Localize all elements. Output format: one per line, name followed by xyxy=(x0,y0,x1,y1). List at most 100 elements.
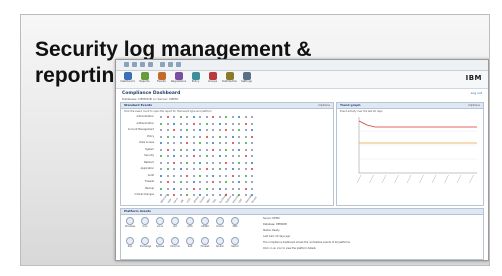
event-count-cell[interactable] xyxy=(166,168,169,170)
event-count-cell[interactable] xyxy=(173,181,175,183)
event-count-cell[interactable] xyxy=(244,168,247,170)
event-count-cell[interactable] xyxy=(199,194,201,196)
event-count-cell[interactable] xyxy=(218,161,221,164)
event-count-cell[interactable] xyxy=(160,174,162,177)
event-count-cell[interactable] xyxy=(212,194,214,196)
event-count-cell[interactable] xyxy=(212,168,214,170)
event-count-cell[interactable] xyxy=(186,187,188,190)
event-count-cell[interactable] xyxy=(166,155,169,157)
event-count-cell[interactable] xyxy=(192,142,195,144)
event-count-cell[interactable] xyxy=(238,148,240,151)
platform-asset[interactable]: Informix xyxy=(170,237,180,248)
event-count-cell[interactable] xyxy=(166,148,169,151)
event-count-cell[interactable] xyxy=(160,194,162,196)
event-count-cell[interactable] xyxy=(238,155,240,157)
toolbar-policy[interactable]: Policy xyxy=(188,72,203,83)
search-icon[interactable] xyxy=(160,62,165,67)
event-count-cell[interactable] xyxy=(199,174,201,177)
event-count-cell[interactable] xyxy=(186,161,188,164)
event-count-cell[interactable] xyxy=(244,148,247,151)
event-count-cell[interactable] xyxy=(244,129,247,131)
event-count-cell[interactable] xyxy=(166,174,169,177)
toolbar-regulations[interactable]: Regulations xyxy=(171,72,186,83)
platform-asset[interactable]: DB2 xyxy=(230,217,240,228)
event-count-cell[interactable] xyxy=(244,142,247,144)
event-count-cell[interactable] xyxy=(179,187,182,190)
event-count-cell[interactable] xyxy=(179,129,182,131)
event-count-cell[interactable] xyxy=(166,135,169,138)
event-count-cell[interactable] xyxy=(231,148,234,151)
event-count-cell[interactable] xyxy=(173,174,175,177)
platform-asset[interactable]: Windows xyxy=(125,217,135,228)
event-count-cell[interactable] xyxy=(218,181,221,183)
platform-asset[interactable]: Router xyxy=(215,237,225,248)
event-count-cell[interactable] xyxy=(225,161,227,164)
event-count-cell[interactable] xyxy=(244,116,247,118)
event-count-cell[interactable] xyxy=(251,129,253,131)
event-count-cell[interactable] xyxy=(205,135,208,138)
event-count-cell[interactable] xyxy=(225,174,227,177)
event-count-cell[interactable] xyxy=(212,122,214,125)
event-count-cell[interactable] xyxy=(179,168,182,170)
event-count-cell[interactable] xyxy=(238,129,240,131)
platform-asset[interactable]: SAP xyxy=(185,237,195,248)
event-count-cell[interactable] xyxy=(160,142,162,144)
event-count-cell[interactable] xyxy=(205,181,208,183)
event-count-cell[interactable] xyxy=(186,148,188,151)
event-count-cell[interactable] xyxy=(173,135,175,138)
event-count-cell[interactable] xyxy=(231,187,234,190)
event-count-cell[interactable] xyxy=(205,168,208,170)
event-count-cell[interactable] xyxy=(179,116,182,118)
event-count-cell[interactable] xyxy=(225,181,227,183)
event-count-cell[interactable] xyxy=(192,116,195,118)
toolbar-distribution[interactable]: Distribution xyxy=(222,72,237,83)
event-count-cell[interactable] xyxy=(212,155,214,157)
platform-asset[interactable]: Firewall xyxy=(200,237,210,248)
event-count-cell[interactable] xyxy=(212,135,214,138)
event-count-cell[interactable] xyxy=(205,174,208,177)
event-count-cell[interactable] xyxy=(179,194,182,196)
event-count-cell[interactable] xyxy=(225,116,227,118)
event-count-cell[interactable] xyxy=(225,129,227,131)
event-count-cell[interactable] xyxy=(212,174,214,177)
event-count-cell[interactable] xyxy=(244,155,247,157)
event-count-cell[interactable] xyxy=(205,142,208,144)
event-count-cell[interactable] xyxy=(205,161,208,164)
event-count-cell[interactable] xyxy=(199,142,201,144)
event-count-cell[interactable] xyxy=(192,181,195,183)
event-count-cell[interactable] xyxy=(238,168,240,170)
event-count-cell[interactable] xyxy=(251,161,253,164)
event-count-cell[interactable] xyxy=(225,187,227,190)
event-count-cell[interactable] xyxy=(238,142,240,144)
event-count-cell[interactable] xyxy=(205,116,208,118)
event-count-cell[interactable] xyxy=(186,135,188,138)
event-count-cell[interactable] xyxy=(218,129,221,131)
event-count-cell[interactable] xyxy=(173,194,175,196)
event-count-cell[interactable] xyxy=(218,168,221,170)
event-count-cell[interactable] xyxy=(166,142,169,144)
platform-asset[interactable]: AIX xyxy=(170,217,180,228)
platform-asset[interactable]: Linux xyxy=(155,217,165,228)
print-icon[interactable] xyxy=(176,62,181,67)
event-count-cell[interactable] xyxy=(166,181,169,183)
event-count-cell[interactable] xyxy=(244,194,247,196)
logout-link[interactable]: Log out xyxy=(471,91,482,95)
platform-asset[interactable]: AS400 xyxy=(200,217,210,228)
home-icon[interactable] xyxy=(148,62,153,67)
event-count-cell[interactable] xyxy=(212,129,214,131)
event-count-cell[interactable] xyxy=(238,116,240,118)
back-icon[interactable] xyxy=(124,62,129,67)
event-count-cell[interactable] xyxy=(160,116,162,118)
event-count-cell[interactable] xyxy=(212,116,214,118)
event-count-cell[interactable] xyxy=(186,181,188,183)
platform-asset[interactable]: SQL xyxy=(125,237,135,248)
event-count-cell[interactable] xyxy=(205,155,208,157)
event-count-cell[interactable] xyxy=(179,181,182,183)
event-count-cell[interactable] xyxy=(199,135,201,138)
event-count-cell[interactable] xyxy=(212,187,214,190)
toolbar-groups[interactable]: Groups xyxy=(205,72,220,83)
event-count-cell[interactable] xyxy=(251,181,253,183)
event-count-cell[interactable] xyxy=(251,142,253,144)
event-count-cell[interactable] xyxy=(225,168,227,170)
event-count-cell[interactable] xyxy=(179,174,182,177)
